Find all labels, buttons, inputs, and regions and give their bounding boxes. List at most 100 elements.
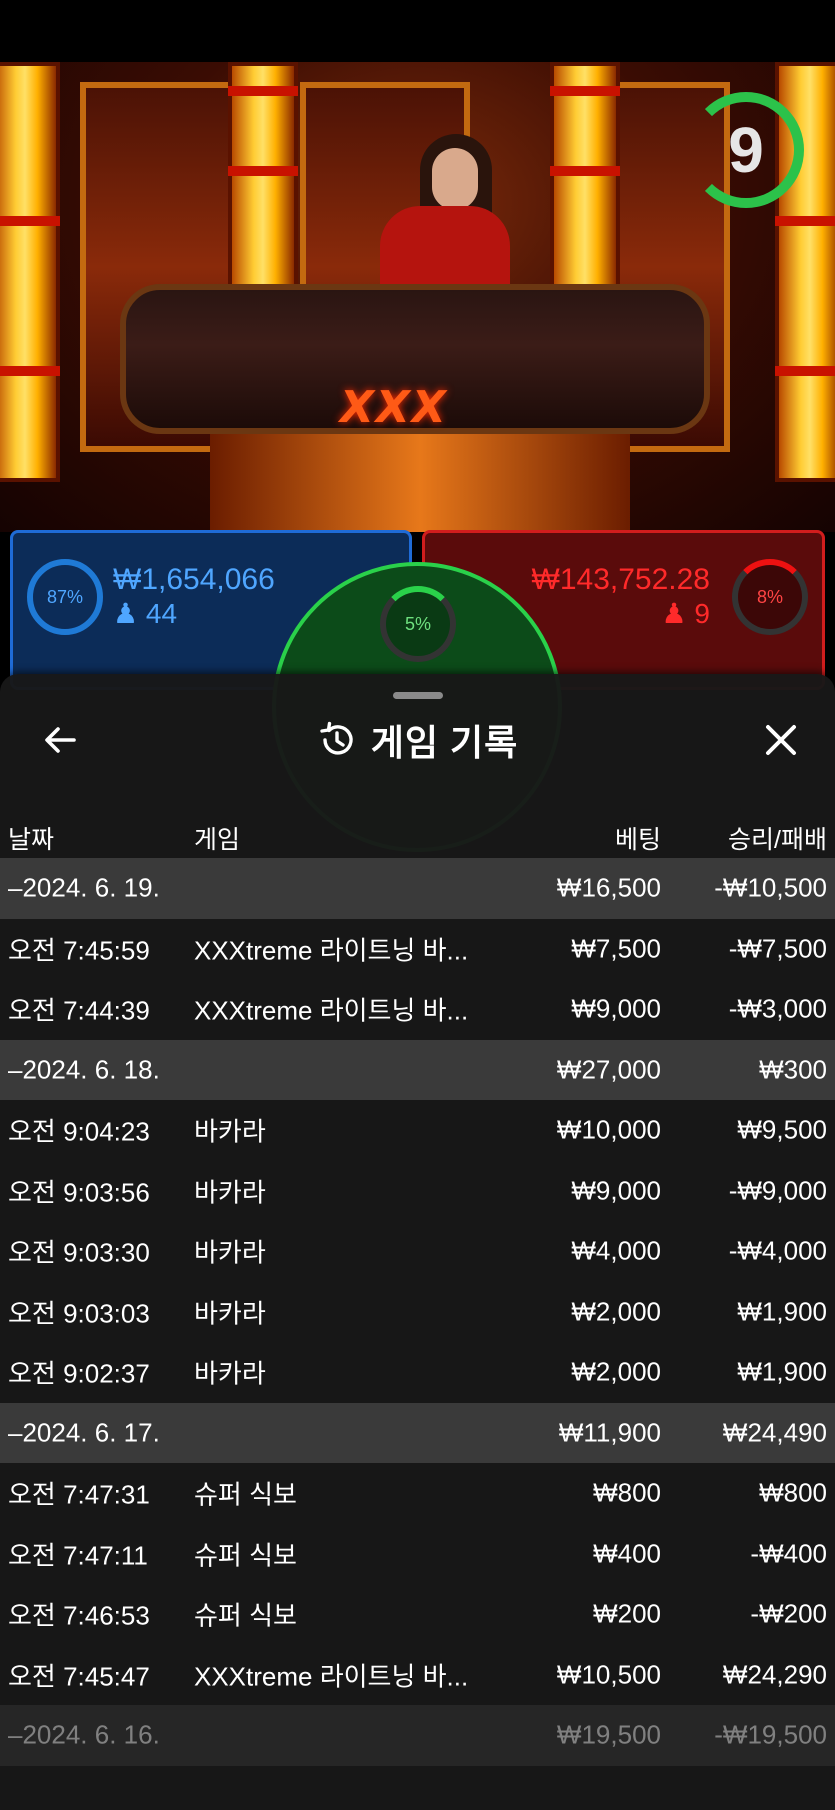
history-bet: ₩800 [593,1477,661,1508]
table-logo: XXX [340,382,448,433]
history-game: 슈퍼 식보 [194,1479,297,1510]
history-result: -₩4,000 [728,1235,827,1266]
history-date-group-row[interactable]: –2024. 6. 16. ₩19,500 -₩19,500 [0,1705,835,1766]
history-bet: ₩200 [593,1598,661,1629]
history-bet: ₩2,000 [571,1356,661,1387]
app-root: XXX 9 87% ₩1,654,066 ♟ 44 8% ₩143,752.28… [0,0,835,1810]
history-row: 오전 7:45:59 XXXtreme 라이트닝 바... ₩7,500 -₩7,50… [0,919,835,980]
column-header-result: 승리/패배 [728,826,827,854]
column-header-bet: 베팅 [614,826,661,854]
history-date: 오전 7:45:59 [8,935,150,966]
history-table-body: –2024. 6. 19. ₩16,500 -₩10,500 오전 7:45:59 XX… [0,858,835,1766]
history-result: -₩200 [750,1598,827,1629]
history-game: 슈퍼 식보 [194,1600,297,1631]
history-row: 오전 7:45:47 XXXtreme 라이트닝 바... ₩10,500 ₩24,2… [0,1645,835,1706]
history-game: 바카라 [194,1177,266,1208]
tie-percent: 5% [404,613,431,634]
history-table-header: 날짜 게임 베팅 승리/패배 [0,812,835,862]
history-row: 오전 9:03:03 바카라 ₩2,000 ₩1,900 [0,1282,835,1343]
history-date: 오전 9:03:30 [8,1237,150,1268]
close-button[interactable] [759,718,803,762]
history-row: 오전 7:47:11 슈퍼 식보 ₩400 -₩400 [0,1524,835,1585]
drag-handle[interactable] [393,692,443,699]
history-date: 오전 9:03:56 [8,1177,150,1208]
history-date: 오전 7:47:31 [8,1479,150,1510]
history-result: -₩10,500 [714,872,827,903]
banker-count-value: 9 [694,598,710,629]
tie-percent-ring: 5% [380,586,456,662]
history-bet: ₩19,500 [556,1719,661,1750]
banker-total: ₩143,752.28 [531,563,710,596]
banker-percent-ring: 8% [732,559,808,635]
history-icon [320,721,353,755]
player-total: ₩1,654,066 [113,563,275,596]
history-date: –2024. 6. 17. [8,1417,160,1448]
history-bet: ₩7,500 [571,933,661,964]
history-result: -₩7,500 [728,933,827,964]
history-row: 오전 7:46:53 슈퍼 식보 ₩200 -₩200 [0,1584,835,1645]
history-row: 오전 9:03:56 바카라 ₩9,000 -₩9,000 [0,1161,835,1222]
history-bet: ₩10,500 [556,1659,661,1690]
close-icon [766,725,796,755]
banker-count: ♟ 9 [662,597,710,630]
history-date-group-row[interactable]: –2024. 6. 17. ₩11,900 ₩24,490 [0,1402,835,1463]
column-header-date: 날짜 [8,826,55,854]
history-result: ₩1,900 [737,1356,827,1387]
history-result: ₩800 [759,1477,827,1508]
user-icon: ♟ [661,598,687,629]
player-count-value: 44 [145,598,178,629]
history-game: XXXtreme 라이트닝 바... [194,1661,469,1692]
player-count: ♟ 44 [113,597,177,630]
history-date: 오전 7:45:47 [8,1661,150,1692]
banker-percent: 8% [756,586,783,607]
history-date: –2024. 6. 16. [8,1719,160,1750]
live-video: XXX 9 [0,62,835,532]
history-bet: ₩10,000 [556,1114,661,1145]
history-row: 오전 7:44:39 XXXtreme 라이트닝 바... ₩9,000 -₩3,00… [0,979,835,1040]
history-result: -₩9,000 [728,1175,827,1206]
history-game: 바카라 [194,1358,266,1389]
history-bet: ₩400 [593,1538,661,1569]
history-result: ₩300 [759,1054,827,1085]
decor-pillar [0,62,60,482]
history-game: XXXtreme 라이트닝 바... [194,995,469,1026]
column-header-game: 게임 [194,826,241,854]
dealer-face [432,148,478,210]
history-game: 바카라 [194,1116,266,1147]
history-date: 오전 9:04:23 [8,1116,150,1147]
history-result: -₩400 [750,1538,827,1569]
history-date: 오전 9:03:03 [8,1298,150,1329]
history-bet: ₩16,500 [556,872,661,903]
table-base [210,422,630,532]
history-date: 오전 7:47:11 [8,1540,148,1571]
history-bet: ₩27,000 [556,1054,661,1085]
countdown-timer: 9 [688,92,804,208]
history-game: 바카라 [194,1237,266,1268]
history-bet: ₩9,000 [571,1175,661,1206]
history-bet: ₩11,900 [558,1417,661,1448]
history-date: –2024. 6. 19. [8,872,160,903]
history-game: 슈퍼 식보 [194,1540,297,1571]
history-date-group-row[interactable]: –2024. 6. 18. ₩27,000 ₩300 [0,1039,835,1100]
countdown-value: 9 [728,114,764,186]
history-bet: ₩2,000 [571,1296,661,1327]
history-row: 오전 9:02:37 바카라 ₩2,000 ₩1,900 [0,1342,835,1403]
history-result: -₩19,500 [714,1719,827,1750]
history-game: 바카라 [194,1298,266,1329]
player-percent: 87% [46,586,84,607]
history-result: ₩1,900 [737,1296,827,1327]
dealer-body [380,206,510,294]
sheet-title: 게임 기록 [370,722,519,763]
history-date: 오전 9:02:37 [8,1358,150,1389]
history-date: –2024. 6. 18. [8,1054,160,1085]
history-row: 오전 7:47:31 슈퍼 식보 ₩800 ₩800 [0,1463,835,1524]
game-history-sheet: 게임 기록 날짜 게임 베팅 승리/패배 –2024. 6. 19. ₩16,50… [0,674,835,1810]
sheet-header: 게임 기록 [0,718,835,763]
history-result: -₩3,000 [728,993,827,1024]
history-date-group-row[interactable]: –2024. 6. 19. ₩16,500 -₩10,500 [0,858,835,919]
history-bet: ₩4,000 [571,1235,661,1266]
history-row: 오전 9:04:23 바카라 ₩10,000 ₩9,500 [0,1100,835,1161]
history-result: ₩24,290 [722,1659,827,1690]
history-date: 오전 7:46:53 [8,1600,150,1631]
history-date: 오전 7:44:39 [8,995,150,1026]
